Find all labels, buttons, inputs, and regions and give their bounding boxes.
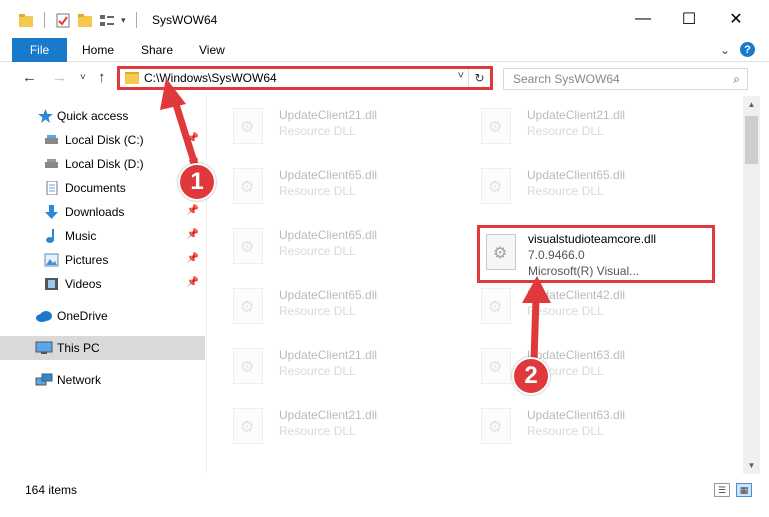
address-path: C:\Windows\SysWOW64 (144, 71, 277, 85)
vertical-scrollbar[interactable]: ▲ ▼ (743, 96, 760, 474)
customize-toolbar-icon[interactable]: ▾ (121, 15, 126, 26)
tab-home[interactable]: Home (82, 38, 114, 62)
tab-file[interactable]: File (12, 38, 67, 62)
scroll-down-icon[interactable]: ▼ (743, 457, 760, 474)
step-1-badge: 1 (178, 163, 216, 201)
dll-file-icon (233, 288, 263, 324)
up-button[interactable]: ↑ (98, 69, 106, 86)
title-bar: ▾ SysWOW64 — ☐ ✕ (0, 0, 769, 38)
dll-file-icon (233, 168, 263, 204)
toolbar-divider (135, 12, 137, 28)
list-item[interactable]: UpdateClient21.dll Resource DLL (455, 96, 695, 152)
music-icon (46, 229, 54, 243)
close-button[interactable]: ✕ (713, 0, 759, 38)
new-folder-icon[interactable] (77, 13, 93, 28)
drive-icon (45, 135, 58, 144)
sidebar-item-downloads[interactable]: Downloads 📌 (0, 200, 205, 224)
dll-file-icon (233, 408, 263, 444)
sidebar-item-music[interactable]: Music 📌 (0, 224, 205, 248)
cloud-icon (36, 311, 52, 322)
dll-file-icon (481, 348, 511, 384)
download-icon (45, 205, 58, 219)
navigation-bar: ← → ˅ ↑ C:\Windows\SysWOW64 ˅ ↻ Search S… (0, 62, 769, 96)
star-icon (38, 109, 53, 123)
window-title: SysWOW64 (152, 13, 218, 27)
pin-icon: 📌 (186, 133, 199, 144)
highlighted-file-visualstudioteamcore[interactable]: visualstudioteamcore.dll 7.0.9466.0 Micr… (477, 225, 715, 283)
back-button[interactable]: ← (22, 69, 37, 86)
file-company: Microsoft(R) Visual... (528, 264, 640, 278)
folder-icon (125, 72, 139, 84)
pin-icon: 📌 (186, 205, 199, 216)
forward-button[interactable]: → (52, 69, 67, 86)
scroll-thumb[interactable] (745, 116, 758, 164)
scroll-up-icon[interactable]: ▲ (743, 96, 760, 113)
dll-file-icon (233, 348, 263, 384)
list-item[interactable]: UpdateClient63.dll Resource DLL (455, 396, 695, 452)
item-count: 164 items (25, 483, 78, 497)
sidebar-item-this-pc[interactable]: This PC (0, 336, 205, 360)
toolbar-divider (44, 12, 45, 28)
search-icon[interactable]: ⌕ (733, 72, 740, 87)
sidebar-item-pictures[interactable]: Pictures 📌 (0, 248, 205, 272)
minimize-button[interactable]: — (620, 0, 666, 38)
sidebar-item-local-disk-c[interactable]: Local Disk (C:) 📌 (0, 128, 205, 152)
navigation-pane: Quick access Local Disk (C:) 📌 Local Dis… (0, 96, 207, 474)
dll-file-icon (233, 228, 263, 264)
file-name: visualstudioteamcore.dll (528, 232, 657, 246)
address-bar[interactable]: C:\Windows\SysWOW64 ˅ ↻ (117, 66, 493, 90)
dll-file-icon (481, 288, 511, 324)
list-item[interactable]: UpdateClient63.dll Resource DLL (455, 336, 695, 392)
step-2-badge: 2 (512, 357, 550, 395)
pin-icon: 📌 (186, 277, 199, 288)
pin-icon: 📌 (186, 253, 199, 264)
quick-access-toolbar: ▾ (18, 12, 141, 28)
search-input[interactable]: Search SysWOW64 ⌕ (503, 68, 748, 90)
computer-icon (35, 341, 53, 354)
list-item[interactable]: UpdateClient65.dll Resource DLL (207, 156, 447, 212)
dll-file-icon (481, 108, 511, 144)
folder-icon (19, 13, 33, 27)
dll-file-icon (486, 234, 516, 270)
properties-icon[interactable] (55, 13, 71, 28)
sidebar-item-onedrive[interactable]: OneDrive (0, 304, 205, 328)
list-item[interactable]: UpdateClient21.dll Resource DLL (207, 336, 447, 392)
videos-icon (45, 278, 58, 290)
list-item[interactable]: UpdateClient42.dll Resource DLL (455, 276, 695, 332)
maximize-button[interactable]: ☐ (666, 0, 712, 38)
list-item[interactable]: UpdateClient21.dll Resource DLL (207, 396, 447, 452)
file-list: UpdateClient21.dll Resource DLL UpdateCl… (207, 96, 743, 474)
ribbon: File Home Share View ⌄ ? (0, 38, 769, 62)
sidebar-item-network[interactable]: Network (0, 368, 205, 392)
documents-icon (46, 181, 58, 195)
network-icon (35, 373, 53, 386)
refresh-button[interactable]: ↻ (468, 69, 490, 87)
drive-icon (45, 159, 58, 168)
recent-locations-button[interactable]: ˅ (80, 72, 86, 83)
sidebar-item-local-disk-d[interactable]: Local Disk (D:) 📌 (0, 152, 205, 176)
pin-icon: 📌 (186, 229, 199, 240)
help-icon[interactable]: ? (740, 42, 755, 57)
file-version: 7.0.9466.0 (528, 248, 585, 262)
sidebar-item-videos[interactable]: Videos 📌 (0, 272, 205, 296)
tab-view[interactable]: View (199, 38, 225, 62)
large-icons-view-icon[interactable]: ▦ (736, 483, 752, 497)
dll-file-icon (481, 168, 511, 204)
sidebar-item-documents[interactable]: Documents 📌 (0, 176, 205, 200)
list-item[interactable]: UpdateClient65.dll Resource DLL (207, 216, 447, 272)
list-item[interactable]: UpdateClient21.dll Resource DLL (207, 96, 447, 152)
list-item[interactable]: UpdateClient65.dll Resource DLL (207, 276, 447, 332)
expand-ribbon-icon[interactable]: ⌄ (720, 43, 730, 57)
status-bar: 164 items ☰ ▦ (0, 474, 769, 517)
tab-share[interactable]: Share (141, 38, 173, 62)
search-placeholder: Search SysWOW64 (513, 72, 620, 86)
dll-file-icon (481, 408, 511, 444)
list-item[interactable]: UpdateClient65.dll Resource DLL (455, 156, 695, 212)
pictures-icon (44, 253, 59, 267)
details-view-icon[interactable]: ☰ (714, 483, 730, 497)
address-dropdown-icon[interactable]: ˅ (458, 70, 464, 82)
view-icon[interactable] (99, 13, 115, 28)
dll-file-icon (233, 108, 263, 144)
sidebar-item-quick-access[interactable]: Quick access (0, 104, 205, 128)
